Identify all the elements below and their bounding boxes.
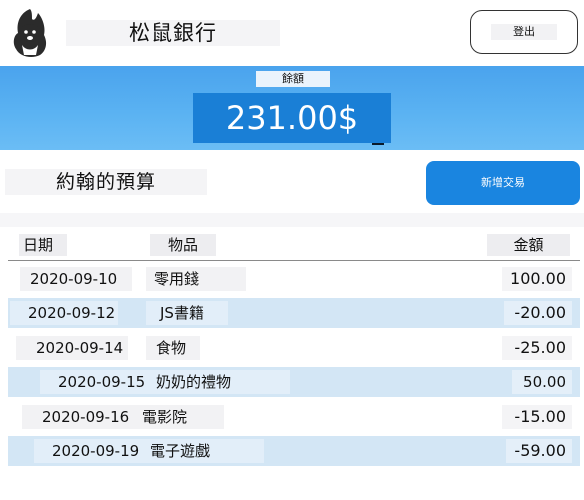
transaction-item: 食物 — [146, 336, 200, 360]
transaction-amount: -20.00 — [504, 301, 572, 325]
transaction-date: 2020-09-15 — [40, 370, 156, 394]
transaction-amount: -25.00 — [502, 336, 572, 360]
transaction-amount: 50.00 — [512, 370, 572, 394]
squirrel-icon — [13, 9, 47, 57]
add-transaction-button[interactable]: 新增交易 — [426, 161, 580, 205]
transaction-row[interactable]: 2020-09-15 奶奶的禮物 50.00 — [8, 367, 580, 397]
transaction-date: 2020-09-12 — [10, 301, 118, 325]
app-header: 松鼠銀行 登出 — [0, 0, 584, 66]
budget-title: 約翰的預算 — [5, 169, 207, 195]
logout-button[interactable]: 登出 — [470, 10, 578, 54]
section-divider — [0, 213, 584, 227]
column-header-amount: 金額 — [487, 234, 570, 256]
bank-app: 松鼠銀行 登出 餘額 231.00$ 約翰的預算 新增交易 日期 物品 金額 2… — [0, 0, 584, 500]
transaction-item: 電影院 — [138, 405, 224, 429]
transaction-row[interactable]: 2020-09-12 JS書籍 -20.00 — [8, 298, 580, 328]
transaction-amount: -59.00 — [506, 439, 572, 463]
balance-banner: 餘額 231.00$ — [0, 66, 584, 150]
balance-label: 餘額 — [256, 71, 330, 87]
transaction-row[interactable]: 2020-09-14 食物 -25.00 — [8, 333, 580, 363]
transaction-item: 電子遊戲 — [148, 439, 264, 463]
bank-name: 松鼠銀行 — [66, 20, 280, 46]
transaction-date: 2020-09-14 — [16, 336, 128, 360]
transaction-date: 2020-09-19 — [34, 439, 148, 463]
transaction-row[interactable]: 2020-09-10 零用錢 100.00 — [8, 264, 580, 294]
header-divider — [8, 260, 580, 261]
add-transaction-label: 新增交易 — [481, 176, 525, 189]
transaction-item: 奶奶的禮物 — [154, 370, 290, 394]
transaction-row[interactable]: 2020-09-16 電影院 -15.00 — [8, 402, 580, 432]
transaction-item: JS書籍 — [146, 301, 228, 325]
transaction-row[interactable]: 2020-09-19 電子遊戲 -59.00 — [8, 436, 580, 466]
logout-label: 登出 — [491, 24, 557, 40]
decorative-mark — [372, 143, 384, 145]
transaction-date: 2020-09-10 — [20, 267, 132, 291]
transaction-date: 2020-09-16 — [22, 405, 138, 429]
transaction-item: 零用錢 — [146, 267, 246, 291]
balance-amount: 231.00$ — [193, 93, 391, 143]
column-header-item: 物品 — [150, 234, 216, 256]
column-header-date: 日期 — [19, 234, 67, 256]
transaction-amount: -15.00 — [502, 405, 572, 429]
transaction-amount: 100.00 — [502, 267, 572, 291]
